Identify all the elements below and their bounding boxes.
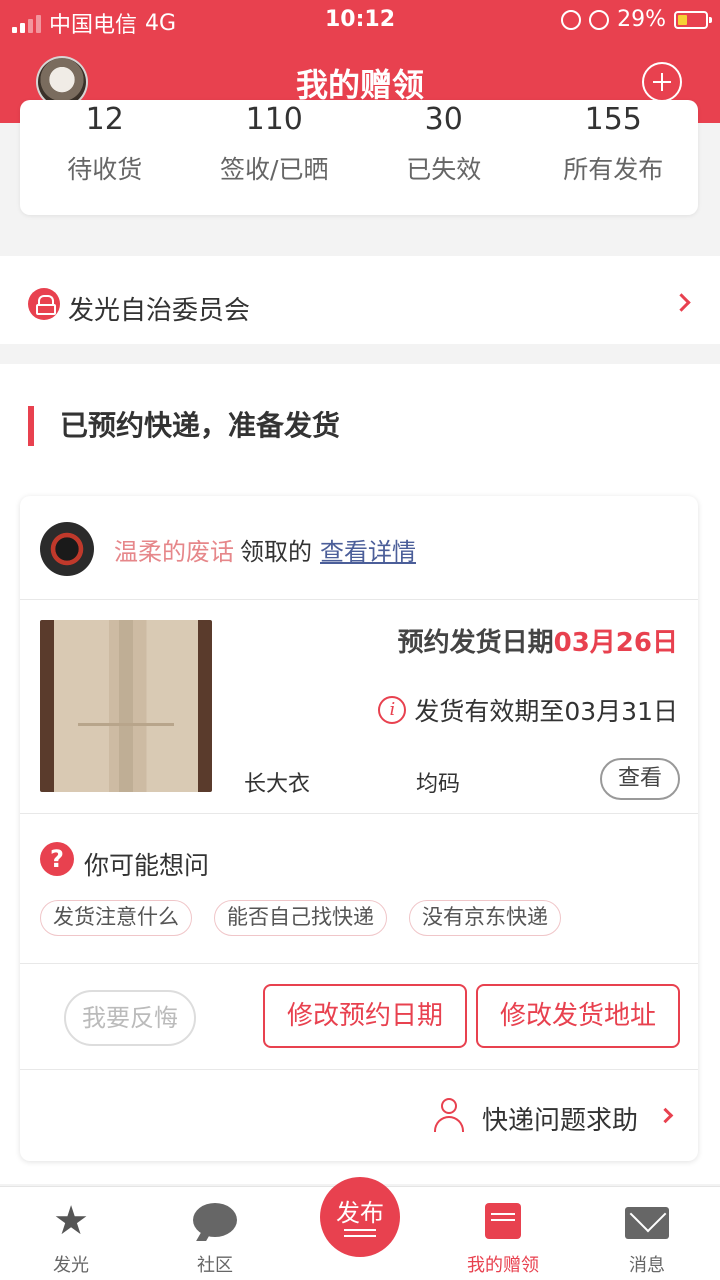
- order-card: 温柔的废话 领取的 查看详情 预约发货日期03月26日 i 发货有效期至03月31日…: [20, 496, 698, 1161]
- help-row[interactable]: 快递问题求助: [20, 1070, 698, 1161]
- ship-date: 预约发货日期03月26日: [398, 622, 678, 659]
- stat-received[interactable]: 110 签收/已晒: [190, 100, 360, 215]
- faq-tag[interactable]: 能否自己找快递: [214, 900, 387, 936]
- shipping-section: 已预约快递，准备发货 温柔的废话 领取的 查看详情 预约发货日期03月26日 i 发…: [0, 364, 720, 1184]
- faq-title: 你可能想问: [84, 851, 210, 880]
- tab-label: 发光: [53, 1255, 89, 1276]
- stat-label: 签收/已晒: [220, 155, 329, 184]
- stat-label: 所有发布: [563, 155, 664, 184]
- tab-my-gifts[interactable]: 我的赠领: [448, 1187, 558, 1280]
- stat-label: 已失效: [406, 155, 482, 184]
- ship-date-value: 03月26日: [553, 628, 678, 658]
- tab-bar: ★ 发光 社区 发布 我的赠领 消息: [0, 1177, 720, 1280]
- faq-row: ? 你可能想问 发货注意什么 能否自己找快递 没有京东快递: [20, 814, 698, 964]
- add-icon[interactable]: [642, 62, 682, 102]
- stats-card: 12 待收货 110 签收/已晒 30 已失效 155 所有发布: [20, 100, 698, 215]
- faq-tag[interactable]: 发货注意什么: [40, 900, 192, 936]
- validity-line: i 发货有效期至03月31日: [378, 692, 678, 728]
- claimer-avatar[interactable]: [40, 522, 94, 576]
- tab-label: 我的赠领: [467, 1255, 539, 1276]
- stat-label: 待收货: [67, 155, 143, 184]
- star-icon: ★: [53, 1198, 89, 1244]
- rotation-lock-icon: [561, 9, 582, 30]
- claimer-name[interactable]: 温柔的废话: [114, 538, 234, 566]
- faq-tag[interactable]: 没有京东快递: [409, 900, 561, 936]
- actions-row: 我要反悔 修改预约日期 修改发货地址: [20, 964, 698, 1070]
- stat-count: 12: [85, 102, 124, 137]
- gift-book-icon: [485, 1203, 521, 1239]
- stat-count: 110: [245, 102, 303, 137]
- stat-expired[interactable]: 30 已失效: [359, 100, 529, 215]
- committee-row[interactable]: 发光自治委员会: [0, 256, 720, 344]
- stat-count: 30: [424, 102, 463, 137]
- faq-tags: 发货注意什么 能否自己找快递 没有京东快递: [40, 900, 561, 936]
- modify-date-button[interactable]: 修改预约日期: [263, 984, 467, 1048]
- alarm-icon: [589, 9, 610, 30]
- view-button[interactable]: 查看: [600, 758, 680, 800]
- section-title: 已预约快递，准备发货: [28, 406, 340, 446]
- view-details-link[interactable]: 查看详情: [320, 538, 416, 566]
- ship-date-label: 预约发货日期: [397, 628, 554, 658]
- product-row: 预约发货日期03月26日 i 发货有效期至03月31日 长大衣 均码 查看: [20, 600, 698, 814]
- product-size: 均码: [416, 772, 461, 797]
- tab-community[interactable]: 社区: [160, 1187, 270, 1280]
- publish-button[interactable]: 发布: [320, 1177, 400, 1257]
- tab-label: 消息: [629, 1255, 665, 1276]
- battery-icon: [674, 10, 712, 29]
- stat-count: 155: [584, 102, 642, 137]
- question-icon: ?: [40, 842, 74, 876]
- info-icon: i: [378, 696, 407, 724]
- claimer-row: 温柔的废话 领取的 查看详情: [20, 496, 698, 600]
- claim-text: 领取的: [240, 538, 312, 566]
- status-bar: 中国电信 4G 10:12 29%: [0, 0, 720, 40]
- tab-glow[interactable]: ★ 发光: [16, 1187, 126, 1280]
- product-name: 长大衣: [244, 772, 311, 797]
- stat-pending[interactable]: 12 待收货: [20, 100, 190, 215]
- regret-button[interactable]: 我要反悔: [64, 990, 196, 1046]
- stat-all-published[interactable]: 155 所有发布: [529, 100, 699, 215]
- product-image[interactable]: [40, 620, 212, 792]
- tab-label: 社区: [197, 1255, 233, 1276]
- tab-messages[interactable]: 消息: [592, 1187, 702, 1280]
- mail-icon: [625, 1207, 669, 1239]
- publish-label: 发布: [336, 1199, 384, 1227]
- modify-address-button[interactable]: 修改发货地址: [476, 984, 680, 1048]
- chat-bubble-icon: [193, 1203, 237, 1237]
- chevron-right-icon: [672, 293, 691, 312]
- battery-percent: 29%: [617, 7, 666, 32]
- person-icon: [432, 1098, 466, 1134]
- validity-text: 发货有效期至03月31日: [414, 697, 678, 726]
- committee-label: 发光自治委员会: [68, 296, 251, 326]
- help-label: 快递问题求助: [482, 1106, 639, 1136]
- chevron-right-icon: [657, 1107, 674, 1124]
- committee-icon: [28, 288, 60, 320]
